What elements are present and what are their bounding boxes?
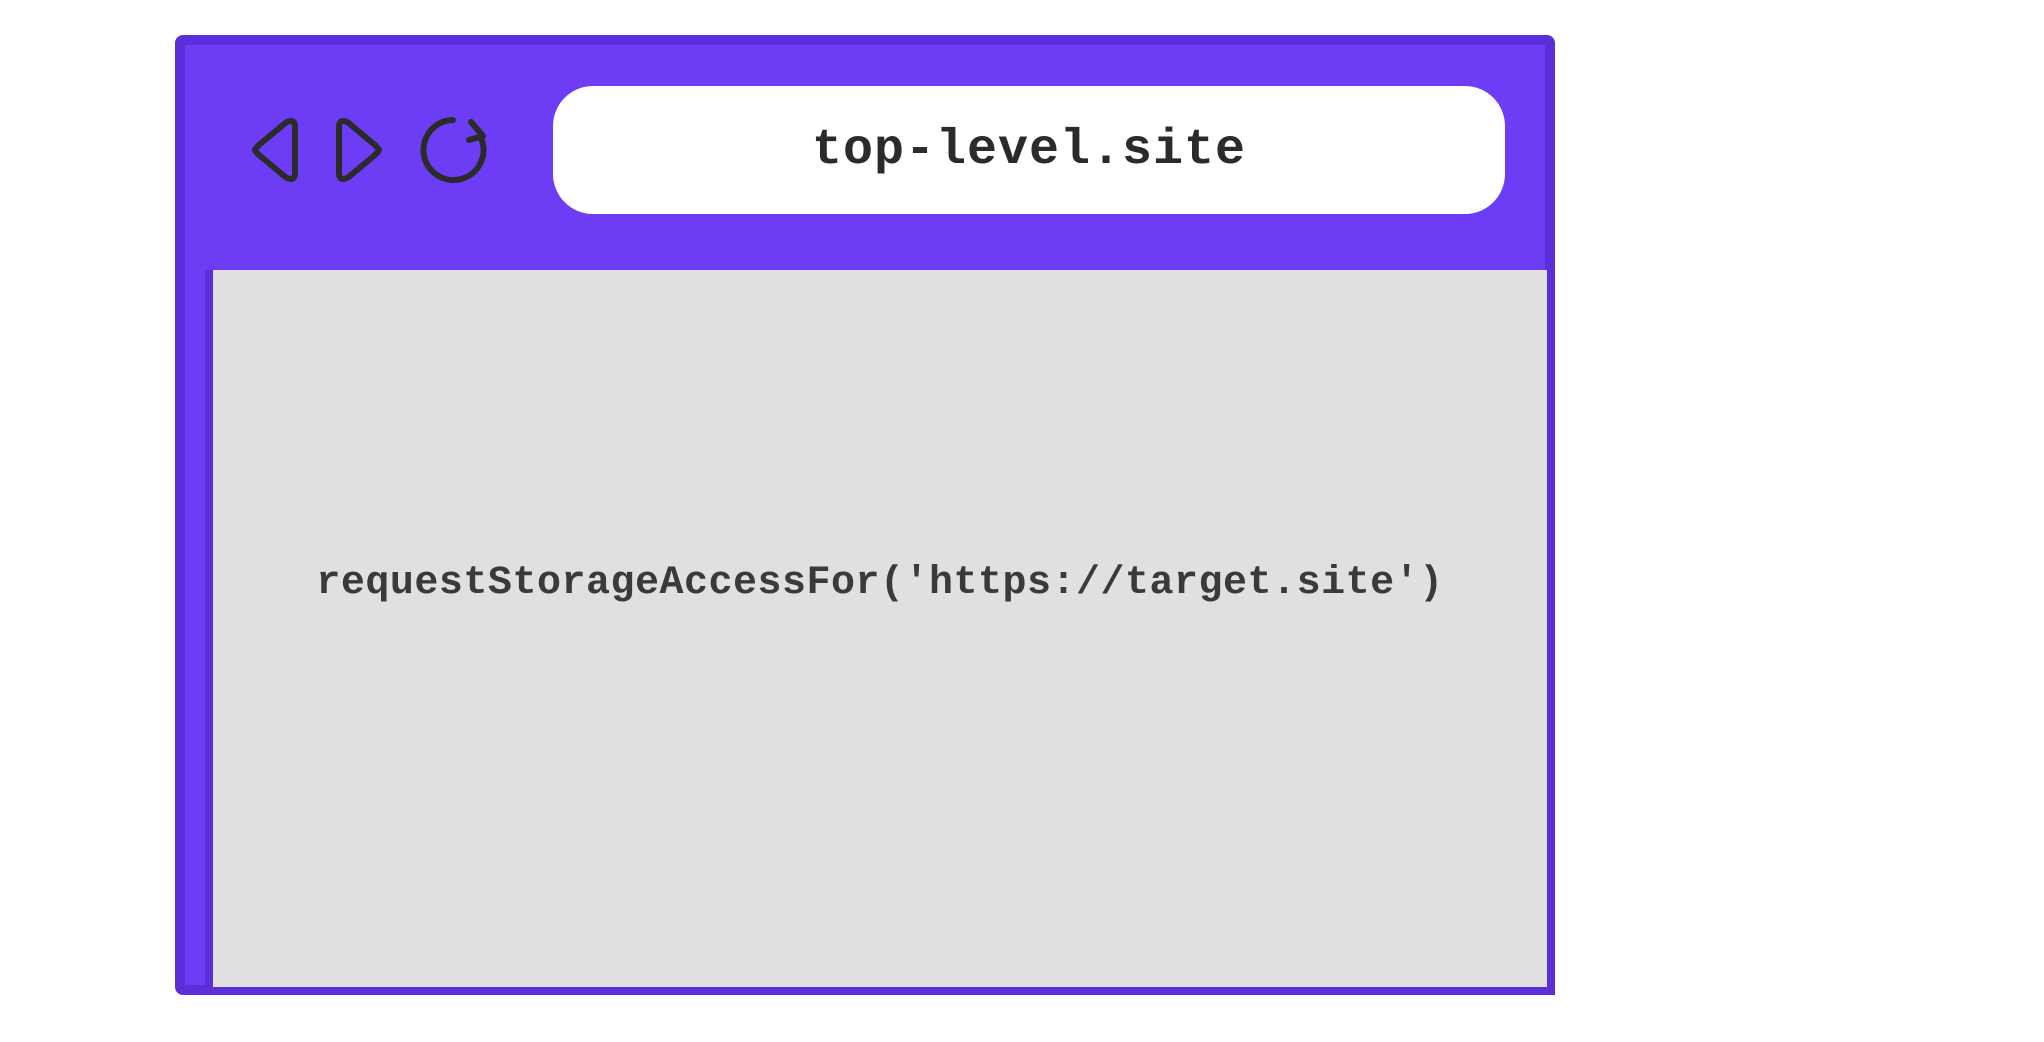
browser-window: top-level.site requestStorageAccessFor('… [175,35,1555,995]
forward-icon[interactable] [329,113,389,187]
browser-toolbar: top-level.site [185,45,1545,255]
reload-icon[interactable] [413,110,493,190]
code-snippet: requestStorageAccessFor('https://target.… [316,561,1443,606]
back-icon[interactable] [245,113,305,187]
nav-buttons-group [245,110,493,190]
address-bar-url: top-level.site [812,122,1246,179]
page-content: requestStorageAccessFor('https://target.… [205,270,1555,995]
address-bar[interactable]: top-level.site [553,86,1505,214]
